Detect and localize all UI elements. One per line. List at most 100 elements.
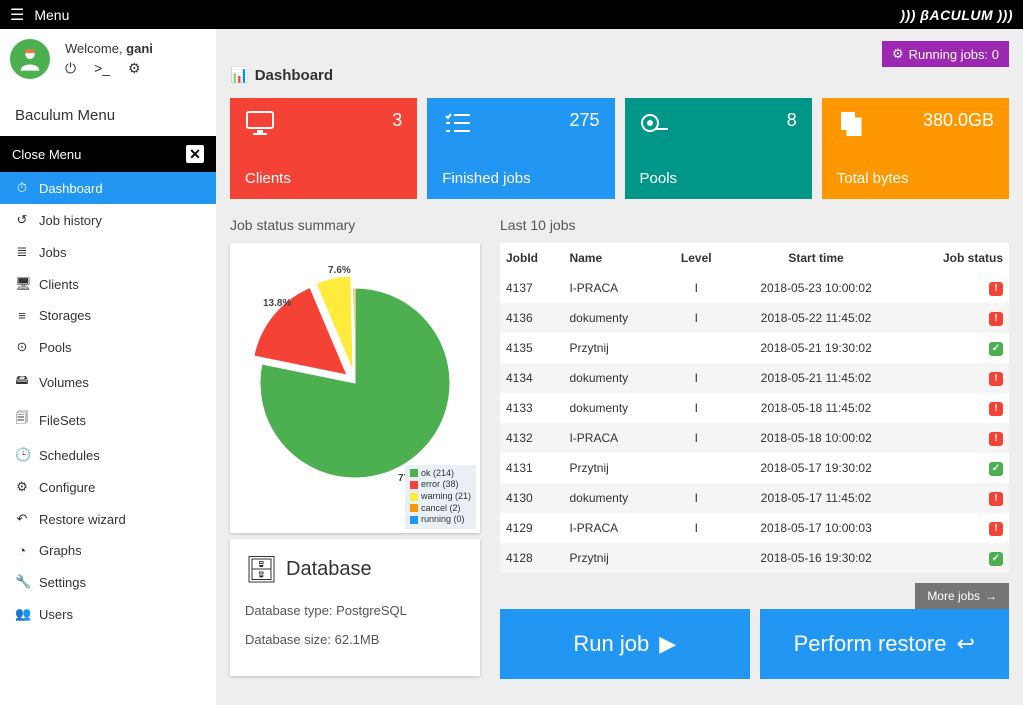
arrow-right-icon: → bbox=[985, 589, 997, 603]
close-icon: ✕ bbox=[186, 145, 204, 163]
status-error-icon: ! bbox=[989, 492, 1003, 506]
sidebar-item-filesets[interactable]: 🗐FileSets bbox=[0, 401, 216, 439]
sidebar-item-jobs[interactable]: ≣Jobs bbox=[0, 236, 216, 268]
perform-restore-button[interactable]: Perform restore↩ bbox=[760, 609, 1010, 679]
nav-label: Volumes bbox=[39, 375, 89, 390]
table-row[interactable]: 4137I-PRACAI2018-05-23 10:00:02! bbox=[500, 273, 1009, 303]
brand-label: ))) βACULUM ))) bbox=[900, 7, 1013, 23]
dashboard-icon: 📊 bbox=[230, 66, 249, 84]
sidebar-item-restore-wizard[interactable]: ↶Restore wizard bbox=[0, 503, 216, 535]
stat-pools[interactable]: 8 Pools bbox=[625, 98, 812, 199]
status-error-icon: ! bbox=[989, 402, 1003, 416]
sidebar-item-schedules[interactable]: 🕒Schedules bbox=[0, 439, 216, 471]
close-menu[interactable]: Close Menu ✕ bbox=[0, 136, 216, 172]
sidebar-item-dashboard[interactable]: ⏱Dashboard bbox=[0, 172, 216, 204]
table-row[interactable]: 4128Przytnij 2018-05-16 19:30:02✓ bbox=[500, 543, 1009, 573]
col-level[interactable]: Level bbox=[665, 243, 727, 273]
stat-icon bbox=[837, 110, 867, 143]
nav-label: Restore wizard bbox=[39, 512, 126, 527]
status-ok-icon: ✓ bbox=[989, 552, 1003, 566]
main-content: ⚙ Running jobs: 0 📊 Dashboard 3Clients27… bbox=[216, 29, 1023, 705]
stat-clients[interactable]: 3Clients bbox=[230, 98, 417, 199]
table-row[interactable]: 4132I-PRACAI2018-05-18 10:00:02! bbox=[500, 423, 1009, 453]
running-jobs-badge[interactable]: ⚙ Running jobs: 0 bbox=[882, 41, 1009, 67]
welcome-text: Welcome, gani bbox=[65, 41, 153, 56]
pie-label-warning: 7.6% bbox=[328, 265, 351, 276]
sidebar: Welcome, gani ⏻ >_ ⚙ Baculum Menu Close … bbox=[0, 29, 216, 705]
sidebar-item-job-history[interactable]: ↺Job history bbox=[0, 204, 216, 236]
nav-label: Configure bbox=[39, 480, 95, 495]
terminal-icon[interactable]: >_ bbox=[94, 60, 110, 77]
nav-label: Settings bbox=[39, 575, 86, 590]
table-row[interactable]: 4129I-PRACAI2018-05-17 10:00:03! bbox=[500, 513, 1009, 543]
status-error-icon: ! bbox=[989, 372, 1003, 386]
chart-legend: ok (214)error (38)warning (21)cancel (2)… bbox=[405, 465, 476, 529]
last-jobs-title: Last 10 jobs bbox=[500, 217, 1009, 233]
more-jobs-button[interactable]: More jobs→ bbox=[915, 583, 1009, 609]
nav-label: Storages bbox=[39, 308, 91, 323]
legend-item: ok (214) bbox=[410, 468, 471, 480]
stat-label: Total bytes bbox=[837, 170, 994, 187]
stat-icon bbox=[442, 110, 472, 143]
stat-total-bytes[interactable]: 380.0GB Total bytes bbox=[822, 98, 1009, 199]
nav-icon: 🖥 bbox=[15, 276, 29, 292]
table-row[interactable]: 4131Przytnij 2018-05-17 19:30:02✓ bbox=[500, 453, 1009, 483]
pie-label-error: 13.8% bbox=[263, 298, 291, 309]
pie-chart: 13.8% 7.6% 77.8 ok (214)error (38)warnin… bbox=[230, 243, 480, 533]
run-job-button[interactable]: Run job▶ bbox=[500, 609, 750, 679]
col-status[interactable]: Job status bbox=[905, 243, 1009, 273]
sidebar-item-users[interactable]: 👥Users bbox=[0, 598, 216, 630]
stat-label: Pools bbox=[640, 170, 797, 187]
nav-label: Job history bbox=[39, 213, 102, 228]
legend-item: cancel (2) bbox=[410, 503, 471, 515]
table-row[interactable]: 4130dokumentyI2018-05-17 11:45:02! bbox=[500, 483, 1009, 513]
status-ok-icon: ✓ bbox=[989, 462, 1003, 476]
legend-item: running (0) bbox=[410, 514, 471, 526]
nav: ⏱Dashboard↺Job history≣Jobs🖥Clients≡Stor… bbox=[0, 172, 216, 630]
table-row[interactable]: 4136dokumentyI2018-05-22 11:45:02! bbox=[500, 303, 1009, 333]
status-error-icon: ! bbox=[989, 522, 1003, 536]
col-name[interactable]: Name bbox=[563, 243, 665, 273]
col-jobid[interactable]: JobId bbox=[500, 243, 563, 273]
page-title: 📊 Dashboard bbox=[230, 66, 1009, 84]
status-ok-icon: ✓ bbox=[989, 342, 1003, 356]
legend-item: warning (21) bbox=[410, 491, 471, 503]
user-block: Welcome, gani ⏻ >_ ⚙ bbox=[0, 29, 216, 89]
menu-title: Baculum Menu bbox=[0, 89, 216, 136]
sidebar-item-settings[interactable]: 🔧 Settings bbox=[0, 566, 216, 598]
status-error-icon: ! bbox=[989, 312, 1003, 326]
power-icon[interactable]: ⏻ bbox=[65, 60, 76, 77]
stat-finished-jobs[interactable]: 275Finished jobs bbox=[427, 98, 614, 199]
nav-icon: ≣ bbox=[15, 244, 29, 260]
table-row[interactable]: 4134dokumentyI2018-05-21 11:45:02! bbox=[500, 363, 1009, 393]
gear-icon: ⚙ bbox=[892, 46, 904, 62]
nav-label: Dashboard bbox=[39, 181, 103, 196]
sidebar-item-storages[interactable]: ≡Storages bbox=[0, 300, 216, 331]
sidebar-item-clients[interactable]: 🖥Clients bbox=[0, 268, 216, 300]
stat-value: 275 bbox=[569, 110, 599, 131]
status-error-icon: ! bbox=[989, 432, 1003, 446]
sidebar-item-graphs[interactable]: ◔ Graphs bbox=[0, 535, 216, 566]
table-row[interactable]: 4133dokumentyI2018-05-18 11:45:02! bbox=[500, 393, 1009, 423]
menu-toggle[interactable]: ☰ Menu bbox=[10, 5, 69, 25]
nav-label: Graphs bbox=[39, 543, 82, 558]
nav-icon: ⚙ bbox=[15, 479, 29, 495]
legend-item: error (38) bbox=[410, 479, 471, 491]
col-start[interactable]: Start time bbox=[727, 243, 905, 273]
gear-icon[interactable]: ⚙ bbox=[128, 60, 141, 77]
topbar: ☰ Menu ))) βACULUM ))) bbox=[0, 0, 1023, 29]
jobs-table: JobId Name Level Start time Job status 4… bbox=[500, 243, 1009, 573]
stat-icon bbox=[640, 110, 670, 143]
table-row[interactable]: 4135Przytnij 2018-05-21 19:30:02✓ bbox=[500, 333, 1009, 363]
sidebar-item-pools[interactable]: ⊙Pools bbox=[0, 331, 216, 363]
nav-icon: 🔧 bbox=[15, 574, 29, 590]
nav-icon: 🖴 bbox=[15, 371, 29, 393]
stat-value: 380.0GB bbox=[923, 110, 994, 131]
stat-value: 3 bbox=[392, 110, 402, 131]
status-error-icon: ! bbox=[989, 282, 1003, 296]
nav-icon: ◔ bbox=[15, 543, 29, 558]
status-summary-title: Job status summary bbox=[230, 217, 480, 233]
stat-value: 8 bbox=[787, 110, 797, 131]
sidebar-item-volumes[interactable]: 🖴 Volumes bbox=[0, 363, 216, 401]
sidebar-item-configure[interactable]: ⚙ Configure bbox=[0, 471, 216, 503]
